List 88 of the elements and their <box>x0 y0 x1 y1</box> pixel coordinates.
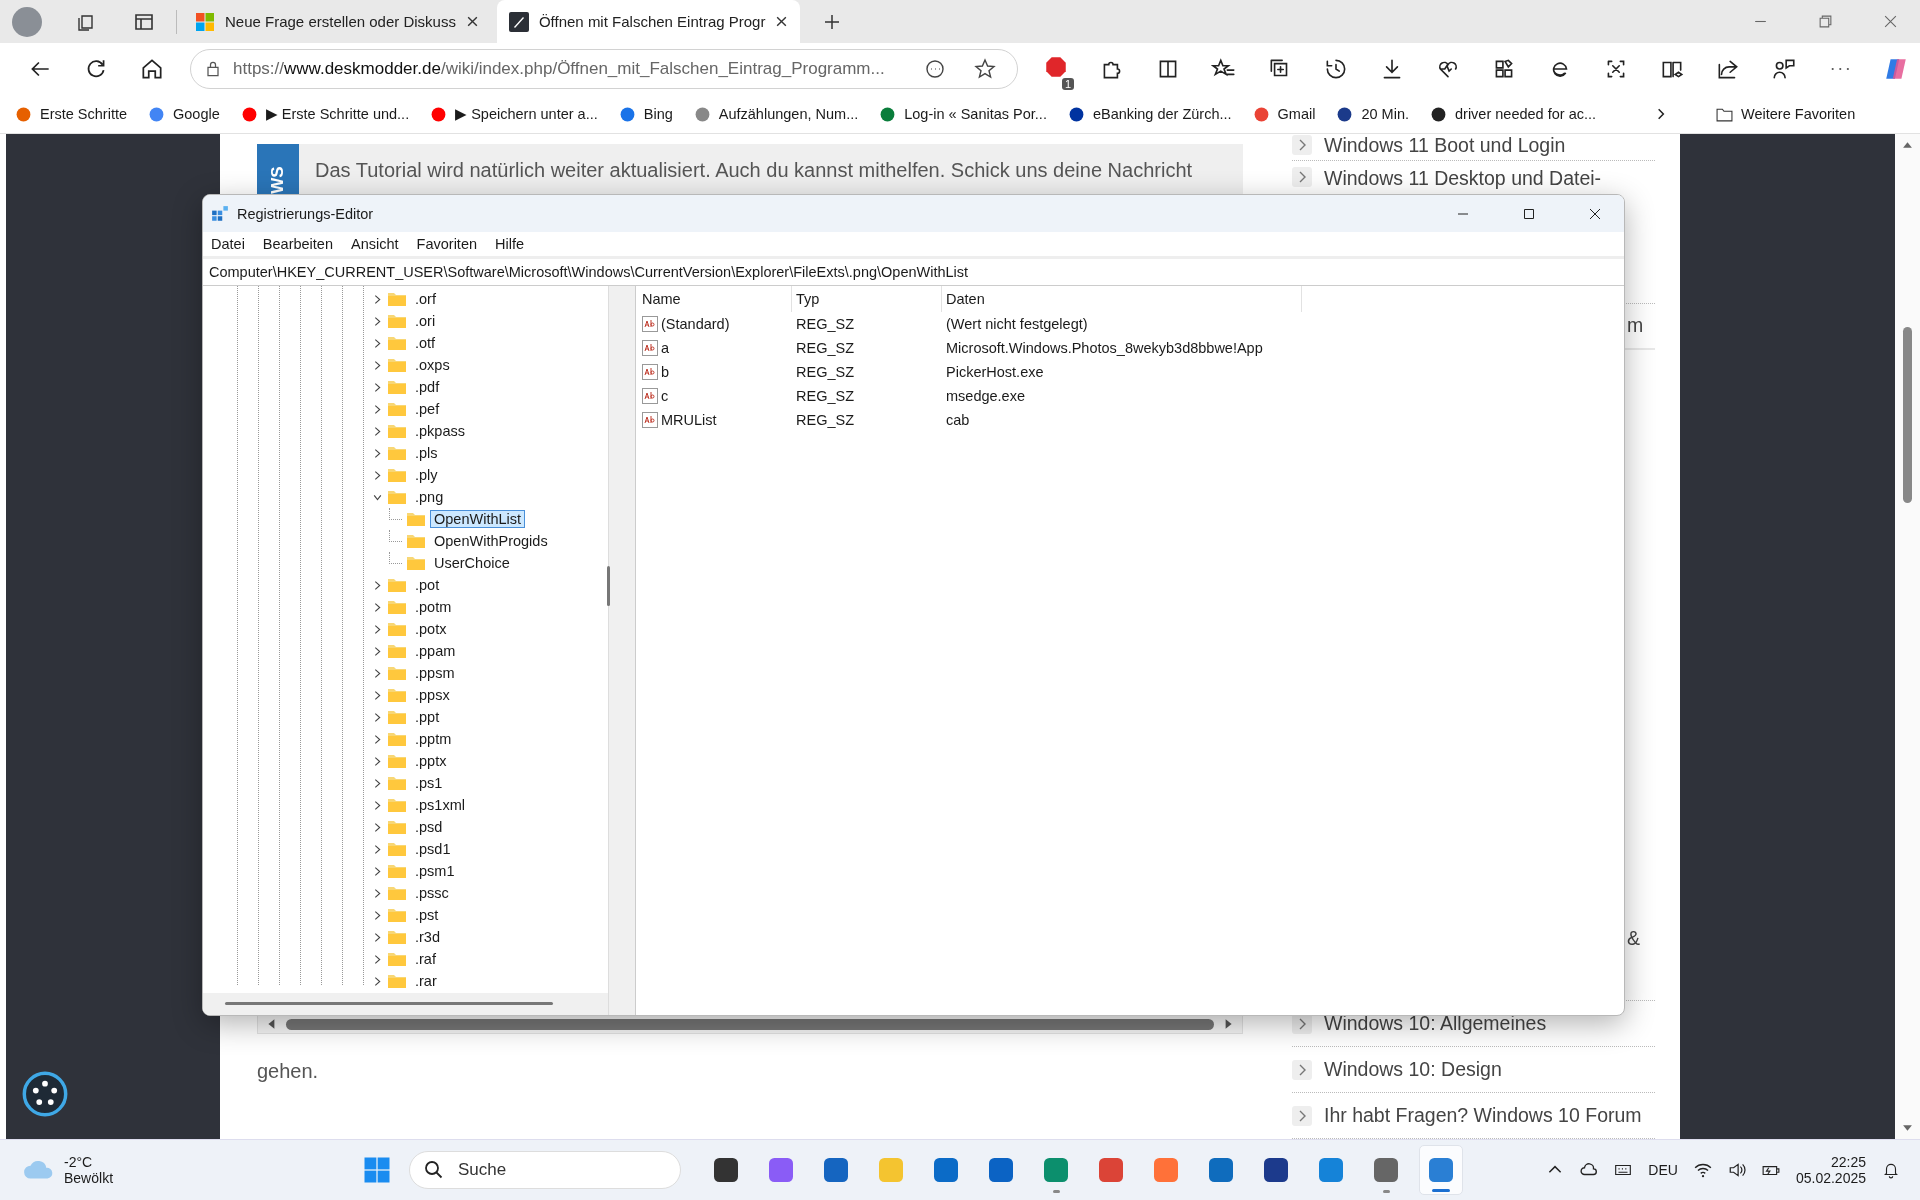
sidebar-link[interactable]: Ihr habt Fragen? Windows 10 Forum <box>1324 1104 1642 1127</box>
favorite-link[interactable]: Log-in « Sanitas Por... <box>876 103 1050 125</box>
news-badge: WS <box>257 144 299 196</box>
body-text: gehen. <box>257 1060 320 1083</box>
clock[interactable]: 22:25 05.02.2025 <box>1795 1154 1866 1186</box>
favorite-link[interactable]: Gmail <box>1249 103 1319 125</box>
sidebar-link[interactable]: Windows 11 Boot und Login <box>1324 134 1566 157</box>
menu-item[interactable]: Hilfe <box>495 236 525 252</box>
tree-item[interactable]: .psm1 <box>411 862 459 880</box>
value-name[interactable]: MRUList <box>661 412 717 428</box>
value-data: msedge.exe <box>945 388 1026 404</box>
tree-item[interactable]: OpenWithList <box>430 510 526 528</box>
value-name[interactable]: b <box>661 364 670 380</box>
tree-item[interactable]: .ppt <box>411 708 444 726</box>
sidebar-link[interactable]: Windows 10: Design <box>1324 1058 1502 1081</box>
window-title: Registrierungs-Editor <box>237 205 374 222</box>
menu-item[interactable]: Datei <box>211 236 245 252</box>
value-data: (Wert nicht festgelegt) <box>945 316 1089 332</box>
tree-item[interactable]: .pls <box>411 444 442 462</box>
tree-item[interactable]: .oxps <box>411 356 454 374</box>
tree-item[interactable]: .ps1xml <box>411 796 469 814</box>
tree-item[interactable]: .raf <box>411 950 440 968</box>
url-text: https://www.deskmodder.de/wiki/index.php/Öffnen_mit_Falschen_Eintrag_Programm... <box>233 59 886 79</box>
tree-item[interactable]: .ps1 <box>411 774 447 792</box>
favorites-folder[interactable]: Weitere Favoriten <box>1713 103 1859 125</box>
input-language[interactable]: DEU <box>1648 1162 1678 1178</box>
favorite-link[interactable]: ▶ Erste Schritte und... <box>237 103 413 125</box>
value-data: cab <box>945 412 971 428</box>
notice-text: Das Tutorial wird natürlich weiter aktualisiert. Auch du kannst mithelfen. Schick uns deine Nachricht <box>315 158 1193 182</box>
sidebar-link[interactable]: & <box>1627 926 1640 950</box>
tree-item[interactable]: .psd1 <box>411 840 455 858</box>
tree-item[interactable]: .orf <box>411 290 440 308</box>
tree-item[interactable]: .pst <box>411 906 443 924</box>
favorite-link[interactable]: ▶ Speichern unter a... <box>427 103 601 125</box>
sidebar-link[interactable]: Windows 10: Allgemeines <box>1324 1012 1547 1035</box>
tree-item[interactable]: .pdf <box>411 378 444 396</box>
menu-item[interactable]: Bearbeiten <box>262 236 333 252</box>
value-name[interactable]: c <box>661 388 669 404</box>
favorite-link[interactable]: 20 Min. <box>1333 103 1412 125</box>
column-header[interactable]: Daten <box>942 286 1302 312</box>
favorite-link[interactable]: Google <box>145 103 223 125</box>
tree-item[interactable]: .png <box>411 488 448 506</box>
favorite-link[interactable]: Aufzählungen, Num... <box>690 103 862 125</box>
tree-item[interactable]: .pkpass <box>411 422 469 440</box>
temperature: -2°C <box>64 1154 94 1170</box>
value-name[interactable]: a <box>661 340 670 356</box>
sidebar-link[interactable]: m <box>1627 314 1644 338</box>
menu-item[interactable]: Favoriten <box>416 236 477 252</box>
value-data: PickerHost.exe <box>945 364 1045 380</box>
tree-item[interactable]: .pptm <box>411 730 456 748</box>
tree-item[interactable]: .pssc <box>411 884 453 902</box>
tree-item[interactable]: .pef <box>411 400 444 418</box>
favorite-link[interactable]: Erste Schritte <box>12 103 131 125</box>
browser-tab[interactable]: Öffnen mit Falschen Eintrag Progr <box>496 0 801 43</box>
tree-item[interactable]: .pot <box>411 576 444 594</box>
tree-item[interactable]: .ori <box>411 312 440 330</box>
sidebar-link[interactable]: Windows 11 Desktop und Datei- <box>1324 167 1602 190</box>
tree-item[interactable]: UserChoice <box>430 554 514 572</box>
tree-item[interactable]: .psd <box>411 818 447 836</box>
value-type: REG_SZ <box>795 340 855 356</box>
value-type: REG_SZ <box>795 364 855 380</box>
column-header[interactable]: Name <box>642 286 792 312</box>
tree-item[interactable]: .r3d <box>411 928 444 946</box>
column-header[interactable]: Typ <box>792 286 942 312</box>
tree-item[interactable]: .rar <box>411 972 441 990</box>
tree-item[interactable]: .potm <box>411 598 456 616</box>
value-name[interactable]: (Standard) <box>661 316 730 332</box>
value-data: Microsoft.Windows.Photos_8wekyb3d8bbwe!App <box>945 340 1264 356</box>
tree-item[interactable]: .ppam <box>411 642 460 660</box>
tree-item[interactable]: .pptx <box>411 752 451 770</box>
tree-item[interactable]: .potx <box>411 620 451 638</box>
extension-badge: 1 <box>1061 78 1074 90</box>
value-type: REG_SZ <box>795 412 855 428</box>
menu-item[interactable]: Ansicht <box>351 236 399 252</box>
favorite-link[interactable]: driver needed for ac... <box>1427 103 1600 125</box>
favorite-link[interactable]: Bing <box>615 103 676 125</box>
search-input[interactable]: Suche <box>456 1159 630 1181</box>
browser-tab[interactable]: Neue Frage erstellen oder Diskuss <box>183 0 491 43</box>
value-type: REG_SZ <box>795 316 855 332</box>
weather-condition: Bewölkt <box>64 1170 114 1186</box>
tree-item[interactable]: .ply <box>411 466 442 484</box>
tree-item[interactable]: .ppsm <box>411 664 459 682</box>
search-field[interactable]: Suche <box>409 1151 681 1189</box>
tree-item[interactable]: .otf <box>411 334 440 352</box>
value-type: REG_SZ <box>795 388 855 404</box>
tree-item[interactable]: .ppsx <box>411 686 454 704</box>
favorite-link[interactable]: eBanking der Zürch... <box>1064 103 1235 125</box>
tree-item[interactable]: OpenWithProgids <box>430 532 552 550</box>
